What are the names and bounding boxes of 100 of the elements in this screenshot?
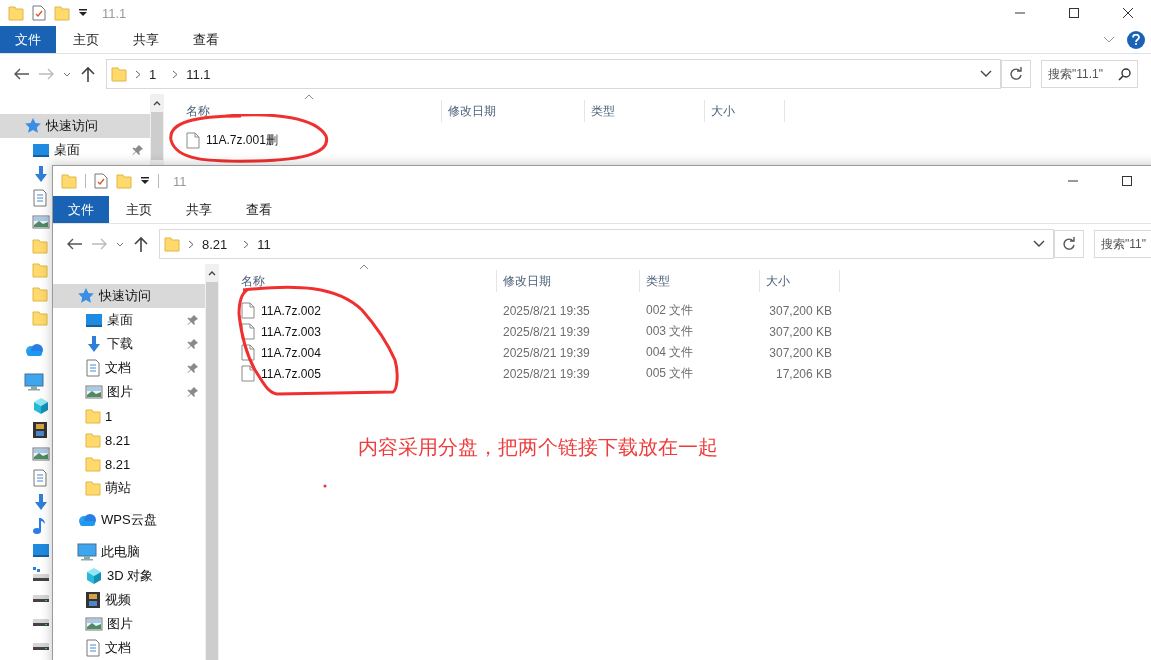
maximize-icon: [1069, 8, 1079, 18]
file-icon: [241, 365, 255, 382]
size-cell-text: 307,200 KB: [768, 303, 833, 318]
sidebar-item[interactable]: 桌面: [53, 308, 205, 332]
type-cell-text: 003 文件: [645, 323, 695, 340]
file-row[interactable]: 11A.7z.005 2025/8/21 19:39 005 文件 17,206 KB: [219, 363, 1151, 384]
sidebar-item[interactable]: 视频: [53, 588, 205, 612]
sidebar-item[interactable]: 图片: [53, 612, 205, 636]
sidebar-label: 图片: [107, 383, 133, 401]
sidebar-label: 3D 对象: [107, 567, 154, 585]
column-header[interactable]: 类型: [585, 100, 705, 122]
sidebar-item[interactable]: 3D 对象: [53, 564, 205, 588]
sidebar-item[interactable]: 文档: [53, 356, 205, 380]
monitor-icon: [85, 312, 103, 328]
breadcrumb[interactable]: 1: [141, 66, 165, 82]
breadcrumb[interactable]: 8.21: [194, 236, 236, 252]
column-header[interactable]: 名称: [219, 270, 497, 292]
file-name: 11A.7z.005: [261, 366, 321, 381]
sidebar-label: 文档: [105, 359, 131, 377]
sidebar-label: 桌面: [107, 311, 133, 329]
arrow-left-icon: [14, 68, 30, 80]
ribbon-tab[interactable]: 主页: [56, 26, 116, 53]
ribbon-tab[interactable]: 共享: [116, 26, 176, 53]
pin-icon: [132, 144, 144, 156]
sidebar-item[interactable]: 文档: [53, 636, 205, 660]
sidebar-label: 桌面: [54, 141, 80, 159]
sidebar-item[interactable]: 桌面: [0, 138, 150, 162]
date-cell-text: 2025/8/21 19:39: [502, 345, 591, 360]
address-bar[interactable]: 1 11.1: [106, 59, 1001, 89]
size-cell-text: 307,200 KB: [768, 345, 833, 360]
drive-icon: [32, 617, 50, 627]
file-row[interactable]: 11A.7z.004 2025/8/21 19:39 004 文件 307,200 KB: [219, 342, 1151, 363]
sidebar-label: 8.21: [105, 432, 131, 448]
file-row[interactable]: 11A.7z.002 2025/8/21 19:35 002 文件 307,200 KB: [219, 300, 1151, 321]
cube-icon: [32, 397, 50, 415]
cube-icon: [85, 567, 103, 585]
ribbon-tab[interactable]: 主页: [109, 196, 169, 223]
close-icon: [1123, 8, 1133, 18]
sidebar-item[interactable]: 8.21: [53, 428, 205, 452]
sidebar-item[interactable]: 图片: [53, 380, 205, 404]
file-row[interactable]: 11A.7z.003 2025/8/21 19:39 003 文件 307,200 KB: [219, 321, 1151, 342]
sidebar-label: 快速访问: [99, 287, 151, 305]
refresh-button[interactable]: [1054, 230, 1084, 258]
sidebar-label: 视频: [105, 591, 131, 609]
search-field[interactable]: 搜索"11.1": [1041, 60, 1138, 88]
chevron-down-icon[interactable]: [1033, 240, 1045, 248]
chevron-right-icon: [135, 69, 141, 79]
chevron-down-icon: [116, 241, 124, 247]
address-bar[interactable]: 8.21 11: [159, 229, 1054, 259]
breadcrumb[interactable]: 11.1: [178, 66, 219, 82]
download-arrow-icon: [32, 165, 50, 183]
arrow-up-icon: [134, 236, 148, 252]
sidebar-label: 1: [105, 408, 113, 424]
sidebar-item[interactable]: 此电脑: [53, 540, 205, 564]
sidebar-item[interactable]: 萌站: [53, 476, 205, 500]
star-icon: [24, 117, 42, 135]
star-icon: [77, 287, 95, 305]
ribbon-tab[interactable]: 查看: [176, 26, 236, 53]
column-header[interactable]: 修改日期: [497, 270, 640, 292]
sidebar-item[interactable]: 8.21: [53, 452, 205, 476]
sidebar-item[interactable]: 1: [53, 404, 205, 428]
folder-icon: [32, 286, 48, 302]
date-cell-text: 2025/8/21 19:39: [502, 366, 591, 381]
column-header[interactable]: 名称: [164, 100, 442, 122]
network-drive-icon: [32, 566, 50, 582]
ribbon-tab[interactable]: 文件: [0, 26, 56, 53]
chevron-down-icon[interactable]: [980, 70, 992, 78]
dropdown-icon: [140, 176, 150, 186]
sidebar-item[interactable]: 快速访问: [0, 114, 150, 138]
breadcrumb[interactable]: 11: [249, 236, 279, 252]
document-icon: [85, 639, 101, 657]
sidebar-label: 萌站: [105, 479, 131, 497]
arrow-left-icon: [67, 238, 83, 250]
column-header[interactable]: 修改日期: [442, 100, 585, 122]
ribbon-tab[interactable]: 共享: [169, 196, 229, 223]
folder-icon: [61, 173, 77, 189]
sidebar-item[interactable]: WPS云盘: [53, 508, 205, 532]
refresh-button[interactable]: [1001, 60, 1031, 88]
folder-icon: [85, 432, 101, 448]
sidebar-label: 文档: [105, 639, 131, 657]
column-header[interactable]: 大小: [760, 270, 840, 292]
picture-icon: [32, 446, 50, 462]
folder-icon: [54, 5, 70, 21]
film-icon: [32, 421, 48, 439]
column-header[interactable]: 类型: [640, 270, 760, 292]
sidebar-label: 8.21: [105, 456, 131, 472]
search-field[interactable]: 搜索"11": [1094, 230, 1151, 258]
size-cell-text: 17,206 KB: [774, 366, 833, 381]
sidebar-item[interactable]: 下载: [53, 332, 205, 356]
ribbon-tab[interactable]: 查看: [229, 196, 289, 223]
sidebar-label: 此电脑: [101, 543, 140, 561]
file-row[interactable]: 11A.7z.001删: [164, 130, 1151, 151]
ribbon-tab[interactable]: 文件: [53, 196, 109, 223]
document-icon: [32, 469, 48, 487]
pin-icon: [187, 386, 199, 398]
help-icon[interactable]: [1127, 30, 1145, 49]
document-icon: [32, 189, 48, 207]
column-header[interactable]: 大小: [705, 100, 785, 122]
scrollbar-thumb[interactable]: [151, 112, 163, 160]
sidebar-item[interactable]: 快速访问: [53, 284, 205, 308]
